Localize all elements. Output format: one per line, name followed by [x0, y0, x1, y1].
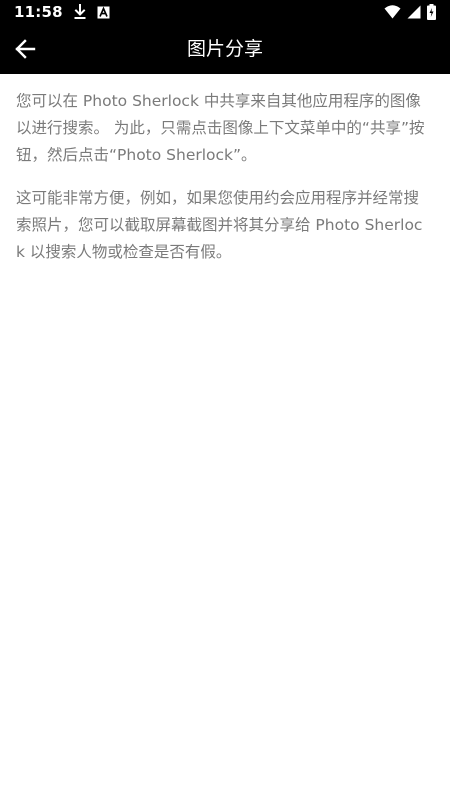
notification-a-icon	[97, 6, 110, 19]
help-content: 您可以在 Photo Sherlock 中共享来自其他应用程序的图像以进行搜索。…	[16, 88, 428, 282]
status-bar: 11:58	[0, 0, 450, 24]
status-left: 11:58	[14, 3, 110, 21]
app-bar: 图片分享	[0, 24, 450, 74]
page-title: 图片分享	[186, 38, 263, 60]
status-time: 11:58	[14, 3, 63, 21]
paragraph-use-case: 这可能非常方便，例如，如果您使用约会应用程序并经常搜索照片，您可以截取屏幕截图并…	[16, 189, 423, 261]
signal-icon	[407, 5, 421, 19]
status-right	[384, 4, 436, 20]
battery-icon	[427, 4, 436, 20]
wifi-icon	[384, 5, 401, 19]
paragraph-share-instructions: 您可以在 Photo Sherlock 中共享来自其他应用程序的图像以进行搜索。…	[16, 92, 425, 164]
download-icon	[73, 4, 87, 20]
